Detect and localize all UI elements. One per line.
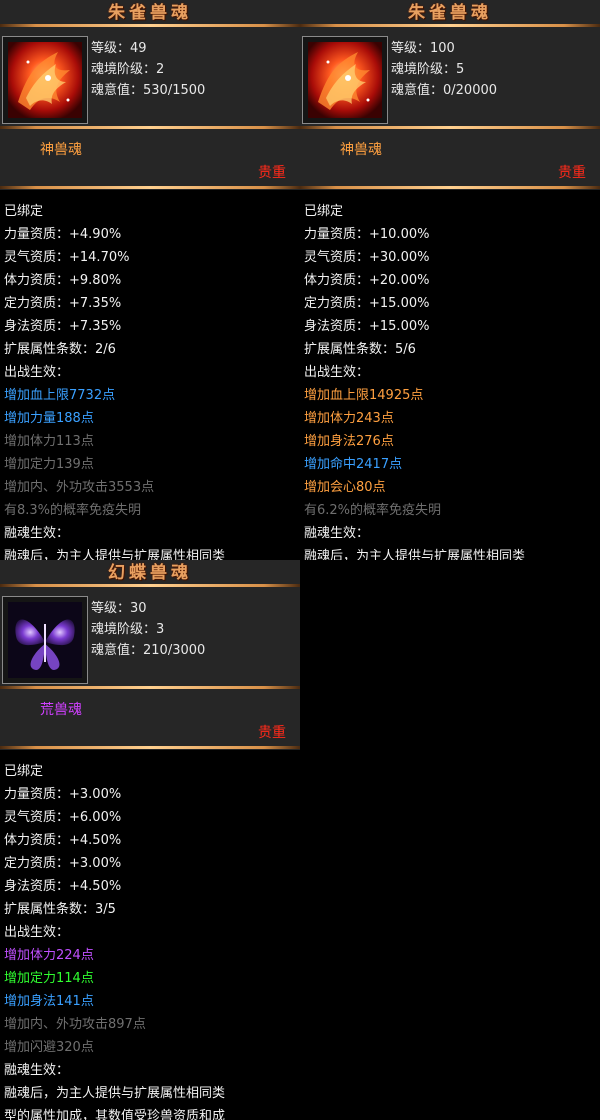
level-text: 等级：49 (91, 41, 147, 56)
rarity-badge: 贵重 (258, 725, 286, 741)
card-title: 朱雀兽魂 (108, 3, 192, 23)
aptitude-stat: 灵气资质：+6.00% (4, 810, 122, 825)
soul-card-zhuque-1: 朱雀兽魂 等级：49 魂境阶级：2 魂意值：530/1500 神兽魂 贵重 已绑… (0, 0, 300, 560)
card-title: 朱雀兽魂 (408, 3, 492, 23)
soul-card-zhuque-2: 朱雀兽魂 等级：100 魂境阶级：5 魂意值：0/20000 神兽魂 贵重 已绑… (300, 0, 600, 560)
battle-effect-label: 出战生效： (304, 365, 370, 380)
extension-count: 扩展属性条数：2/6 (4, 342, 116, 357)
butterfly-icon (8, 602, 82, 678)
bound-status: 已绑定 (304, 204, 344, 219)
header-bottom-divider (0, 186, 300, 189)
soul-icon-frame[interactable] (2, 596, 88, 684)
aptitude-stat: 身法资质：+7.35% (4, 319, 122, 334)
fusion-description: 型的属性加成，其数值受珍兽资质和成 (4, 1109, 226, 1120)
soul-card-huandie: 幻蝶兽魂 等级：30 魂境阶级：3 魂意值：210/3000 荒兽魂 贵重 已绑… (0, 560, 300, 1120)
attribute-list: 已绑定力量资质：+4.90% 灵气资质：+14.70% 体力资质：+9.80% 定力资… (0, 200, 300, 560)
battle-effect: 有6.2%的概率免疫失明 (304, 503, 442, 518)
level-text: 等级：30 (91, 601, 147, 616)
fusion-description: 融魂后，为主人提供与扩展属性相同类 (4, 549, 226, 560)
card-title: 幻蝶兽魂 (108, 563, 192, 583)
title-divider (0, 584, 300, 587)
battle-effect: 增加定力139点 (4, 457, 94, 472)
aptitude-stat: 身法资质：+4.50% (4, 879, 122, 894)
soul-type: 神兽魂 (40, 142, 82, 158)
aptitude-stat: 灵气资质：+14.70% (4, 250, 130, 265)
header-divider (0, 686, 300, 689)
battle-effect: 增加会心80点 (304, 480, 386, 495)
battle-effect: 增加命中2417点 (304, 457, 403, 472)
aptitude-stat: 身法资质：+15.00% (304, 319, 430, 334)
rarity-badge: 贵重 (258, 165, 286, 181)
battle-effect: 增加体力224点 (4, 948, 94, 963)
title-divider (300, 24, 600, 27)
aptitude-stat: 体力资质：+9.80% (4, 273, 122, 288)
battle-effect: 有8.3%的概率免疫失明 (4, 503, 142, 518)
realm-text: 魂境阶级：3 (91, 622, 165, 637)
aptitude-stat: 定力资质：+3.00% (4, 856, 122, 871)
will-text: 魂意值：210/3000 (91, 643, 206, 658)
battle-effect: 增加血上限7732点 (4, 388, 116, 403)
bound-status: 已绑定 (4, 764, 44, 779)
header-bottom-divider (0, 746, 300, 749)
realm-text: 魂境阶级：5 (391, 62, 465, 77)
soul-icon-frame[interactable] (2, 36, 88, 124)
soul-type: 荒兽魂 (40, 702, 82, 718)
header-divider (300, 126, 600, 129)
battle-effect-label: 出战生效： (4, 365, 70, 380)
phoenix-icon (8, 42, 82, 118)
battle-effect: 增加定力114点 (4, 971, 94, 986)
battle-effect-label: 出战生效： (4, 925, 70, 940)
fusion-description: 融魂后，为主人提供与扩展属性相同类 (4, 1086, 226, 1101)
battle-effect: 增加体力113点 (4, 434, 94, 449)
rarity-badge: 贵重 (558, 165, 586, 181)
aptitude-stat: 定力资质：+15.00% (304, 296, 430, 311)
soul-icon-frame[interactable] (302, 36, 388, 124)
level-text: 等级：100 (391, 41, 455, 56)
extension-count: 扩展属性条数：3/5 (4, 902, 116, 917)
battle-effect: 增加身法141点 (4, 994, 94, 1009)
fusion-effect-label: 融魂生效： (4, 1063, 70, 1078)
soul-info: 等级：49 魂境阶级：2 魂意值：530/1500 (91, 38, 205, 101)
realm-text: 魂境阶级：2 (91, 62, 165, 77)
title-divider (0, 24, 300, 27)
will-text: 魂意值：0/20000 (391, 83, 498, 98)
fusion-effect-label: 融魂生效： (304, 526, 370, 541)
battle-effect: 增加力量188点 (4, 411, 94, 426)
aptitude-stat: 定力资质：+7.35% (4, 296, 122, 311)
aptitude-stat: 力量资质：+10.00% (304, 227, 430, 242)
battle-effect: 增加内、外功攻击3553点 (4, 480, 155, 495)
header-divider (0, 126, 300, 129)
battle-effect: 增加身法276点 (304, 434, 394, 449)
aptitude-stat: 力量资质：+3.00% (4, 787, 122, 802)
battle-effect: 增加体力243点 (304, 411, 394, 426)
bound-status: 已绑定 (4, 204, 44, 219)
battle-effect: 增加血上限14925点 (304, 388, 424, 403)
soul-info: 等级：100 魂境阶级：5 魂意值：0/20000 (391, 38, 497, 101)
aptitude-stat: 力量资质：+4.90% (4, 227, 122, 242)
aptitude-stat: 灵气资质：+30.00% (304, 250, 430, 265)
fusion-description: 融魂后，为主人提供与扩展属性相同类 (304, 549, 526, 560)
battle-effect: 增加内、外功攻击897点 (4, 1017, 146, 1032)
header-bottom-divider (300, 186, 600, 189)
attribute-list: 已绑定力量资质：+3.00% 灵气资质：+6.00% 体力资质：+4.50% 定力资质… (0, 760, 300, 1120)
battle-effect: 增加闪避320点 (4, 1040, 94, 1055)
phoenix-icon (308, 42, 382, 118)
will-text: 魂意值：530/1500 (91, 83, 206, 98)
attribute-list: 已绑定力量资质：+10.00% 灵气资质：+30.00% 体力资质：+20.00% 定… (300, 200, 600, 560)
soul-type: 神兽魂 (340, 142, 382, 158)
aptitude-stat: 体力资质：+20.00% (304, 273, 430, 288)
aptitude-stat: 体力资质：+4.50% (4, 833, 122, 848)
soul-info: 等级：30 魂境阶级：3 魂意值：210/3000 (91, 598, 205, 661)
extension-count: 扩展属性条数：5/6 (304, 342, 416, 357)
fusion-effect-label: 融魂生效： (4, 526, 70, 541)
